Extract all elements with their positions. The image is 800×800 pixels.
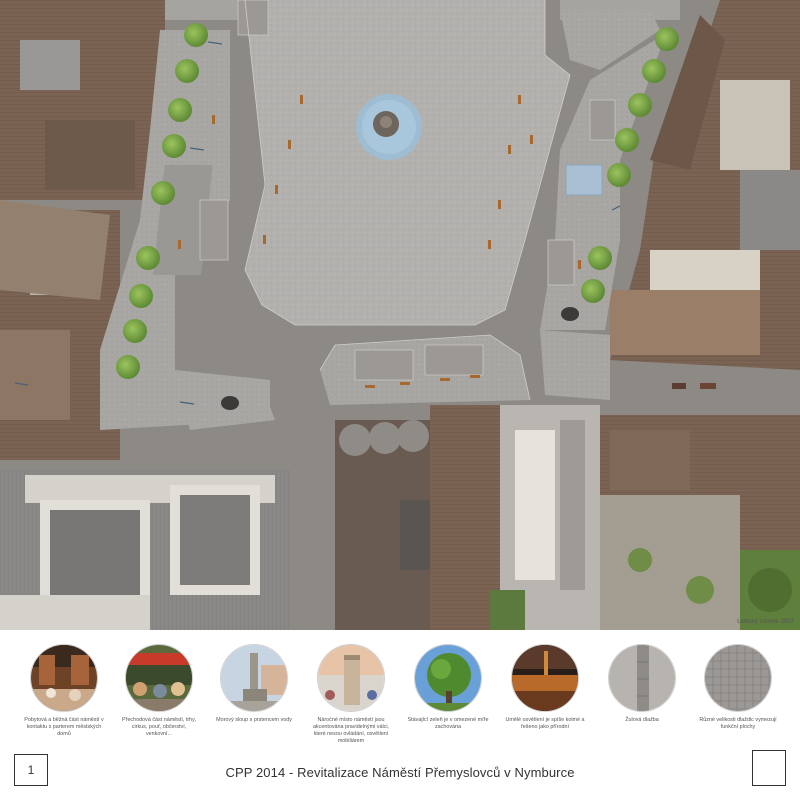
legend-caption-column: Morový sloup s prstencem vody xyxy=(216,717,292,723)
legend-item-paving-cobble: Různé velikosti dlaždic vymezují funkční… xyxy=(693,644,783,731)
fountain xyxy=(356,94,422,160)
legend-photo-night xyxy=(511,644,579,712)
legend-item-night: Umělé osvětlení je spíše kolmé a řešeno … xyxy=(500,644,590,731)
legend-photo-column xyxy=(220,644,288,712)
legend-photo-kiosk xyxy=(317,644,385,712)
legend-photo-paving-cobble xyxy=(704,644,772,712)
legend-caption-paving-strip: Žulová dlažba xyxy=(625,717,659,723)
buildings-south-east xyxy=(600,415,800,630)
legend-photo-cafe xyxy=(30,644,98,712)
image-credit: Letecký snímek 2007 xyxy=(737,619,794,625)
blank-box xyxy=(752,750,786,786)
legend-item-cafe: Pobytová a běžná část náměstí v kontaktu… xyxy=(19,644,109,738)
legend-caption-night: Umělé osvětlení je spíše kolmé a řešeno … xyxy=(505,717,585,730)
legend-item-paving-strip: Žulová dlažba xyxy=(597,644,687,724)
site-plan-svg xyxy=(0,0,800,630)
legend-strip: Pobytová a běžná část náměstí v kontaktu… xyxy=(0,630,800,744)
legend-photo-market xyxy=(125,644,193,712)
legend-photo-tree xyxy=(414,644,482,712)
site-plan-map: Letecký snímek 2007 xyxy=(0,0,800,630)
buildings-south xyxy=(335,405,600,630)
legend-caption-cafe: Pobytová a běžná část náměstí v kontaktu… xyxy=(24,717,104,737)
buildings-south-west xyxy=(0,470,290,630)
legend-photo-paving-strip xyxy=(608,644,676,712)
legend-item-column: Morový sloup s prstencem vody xyxy=(209,644,299,724)
legend-item-kiosk: Náročné místo náměstí jsou akcentována p… xyxy=(306,644,396,745)
page-title: CPP 2014 - Revitalizace Náměstí Přemyslo… xyxy=(225,765,575,780)
legend-item-tree: Stávající zeleň je v omezené míře zachov… xyxy=(403,644,493,731)
legend-item-market: Přechodová část náměstí, trhy, cirkus, p… xyxy=(114,644,204,738)
pavilion xyxy=(565,164,603,196)
legend-caption-paving-cobble: Různé velikosti dlaždic vymezují funkční… xyxy=(699,717,777,730)
legend-caption-tree: Stávající zeleň je v omezené míře zachov… xyxy=(407,717,489,730)
footer: 1 CPP 2014 - Revitalizace Náměstí Přemys… xyxy=(0,740,800,800)
legend-caption-market: Přechodová část náměstí, trhy, cirkus, p… xyxy=(122,717,196,737)
